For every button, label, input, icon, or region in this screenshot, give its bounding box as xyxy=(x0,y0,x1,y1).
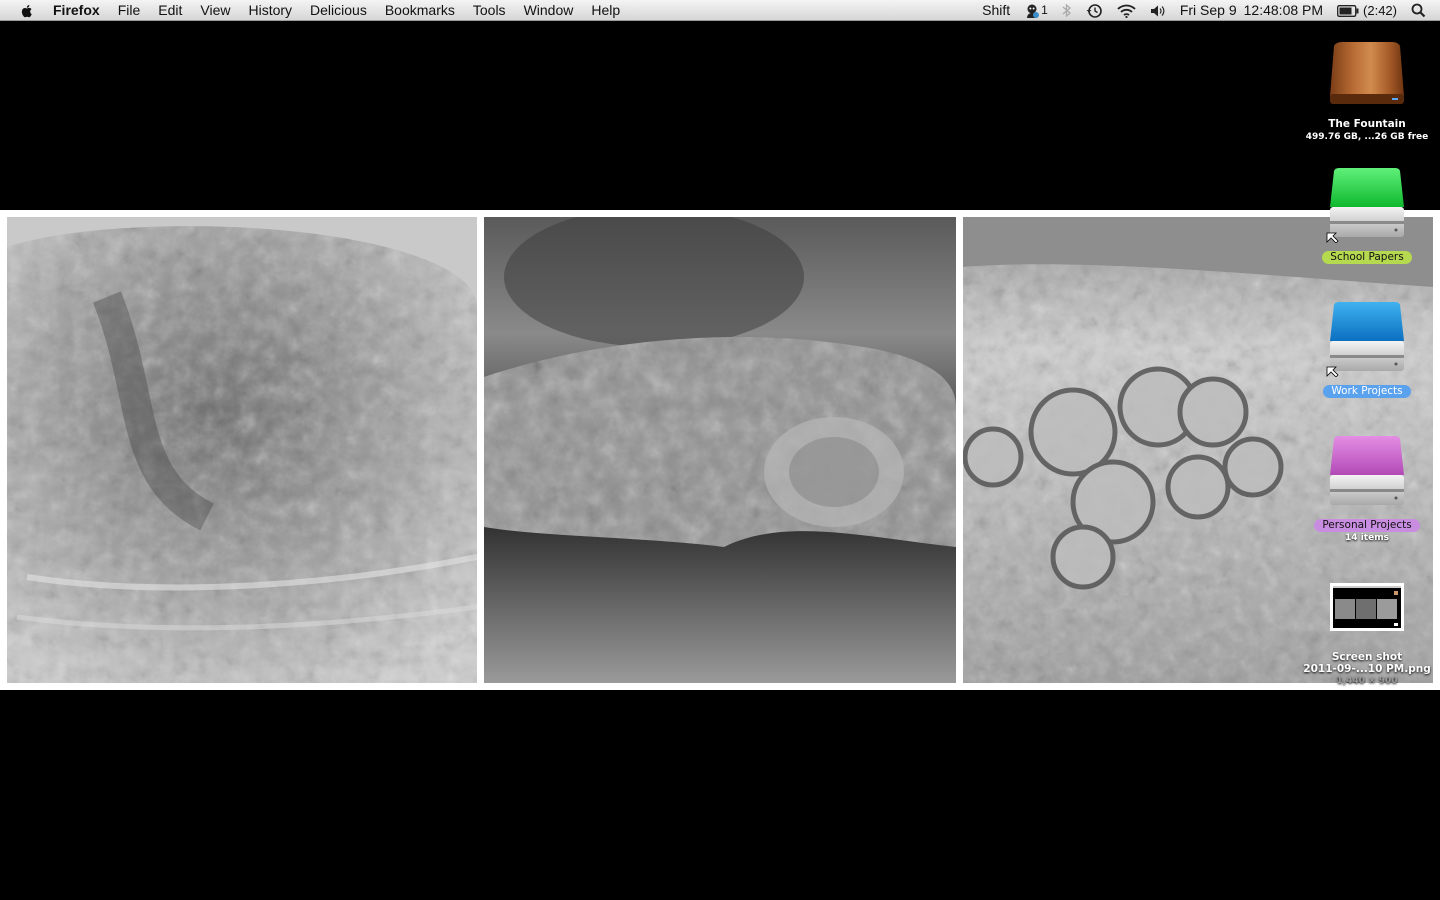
desktop-icon-label: Work Projects xyxy=(1323,385,1411,398)
menu-window[interactable]: Window xyxy=(515,0,583,21)
notify-count: 1 xyxy=(1041,3,1048,17)
desktop-icon-school-papers[interactable]: School Papers xyxy=(1297,167,1437,264)
desktop-icon-screen-shot[interactable]: Screen shot 2011-09-...10 PM.png 1,440 ×… xyxy=(1297,583,1437,687)
purple-drive-icon xyxy=(1330,436,1404,505)
search-icon xyxy=(1411,3,1426,18)
speaker-icon xyxy=(1150,5,1165,16)
menu-view[interactable]: View xyxy=(191,0,239,21)
bluetooth-menu[interactable] xyxy=(1055,3,1079,18)
desktop-icon-the-fountain[interactable]: The Fountain 499.76 GB, ...26 GB free xyxy=(1297,40,1437,143)
battery-time: (2:42) xyxy=(1363,3,1397,18)
menu-bar: Firefox File Edit View History Delicious… xyxy=(0,0,1440,21)
battery-menu[interactable]: (2:42) xyxy=(1330,0,1404,21)
desktop-icon-label: The Fountain xyxy=(1328,118,1406,130)
wifi-icon xyxy=(1117,4,1136,18)
user-notify-icon xyxy=(1027,4,1040,18)
time-machine-icon xyxy=(1086,3,1102,18)
oyster-shell-side-photo xyxy=(484,217,956,683)
apple-icon[interactable] xyxy=(19,3,35,19)
desktop-icon-sub: 1,440 × 900 xyxy=(1336,676,1398,686)
menu-app-name[interactable]: Firefox xyxy=(44,0,109,21)
menu-history[interactable]: History xyxy=(239,0,301,21)
menu-file[interactable]: File xyxy=(109,0,150,21)
green-drive-alias-icon xyxy=(1326,168,1404,243)
wooden-drive-icon xyxy=(1330,42,1404,104)
blue-drive-alias-icon xyxy=(1326,302,1404,377)
battery-icon xyxy=(1337,4,1359,17)
shift-indicator[interactable]: Shift xyxy=(975,0,1017,21)
desktop-icon-sub: 499.76 GB, ...26 GB free xyxy=(1305,132,1429,142)
desktop-icon-sub: 14 items xyxy=(1345,533,1389,543)
menu-delicious[interactable]: Delicious xyxy=(301,0,376,21)
clock-date[interactable]: Fri Sep 9 xyxy=(1173,0,1244,21)
menu-edit[interactable]: Edit xyxy=(149,0,191,21)
wallpaper-strip xyxy=(0,210,1440,690)
wifi-menu[interactable] xyxy=(1110,4,1143,18)
desktop-icon-work-projects[interactable]: Work Projects xyxy=(1297,301,1437,398)
desktop-icon-personal-projects[interactable]: Personal Projects 14 items xyxy=(1297,435,1437,544)
time-machine-menu[interactable] xyxy=(1079,3,1110,19)
screenshot-thumbnail-icon xyxy=(1330,583,1404,631)
desktop-icon-label-2: 2011-09-...10 PM.png xyxy=(1303,663,1431,675)
desktop-icon-label: School Papers xyxy=(1322,251,1412,264)
menu-tools[interactable]: Tools xyxy=(464,0,515,21)
volume-menu[interactable] xyxy=(1143,4,1173,18)
menu-bookmarks[interactable]: Bookmarks xyxy=(376,0,464,21)
clock-time[interactable]: 12:48:08 PM xyxy=(1244,0,1330,21)
desktop-icon-label: Screen shot xyxy=(1331,651,1403,663)
spotlight-menu[interactable] xyxy=(1404,3,1440,18)
notification-menu[interactable]: 1 xyxy=(1017,0,1055,21)
bluetooth-icon xyxy=(1062,3,1071,18)
oyster-shell-top-photo xyxy=(7,217,477,683)
menu-help[interactable]: Help xyxy=(582,0,629,21)
desktop-icon-label: Personal Projects xyxy=(1314,519,1420,532)
